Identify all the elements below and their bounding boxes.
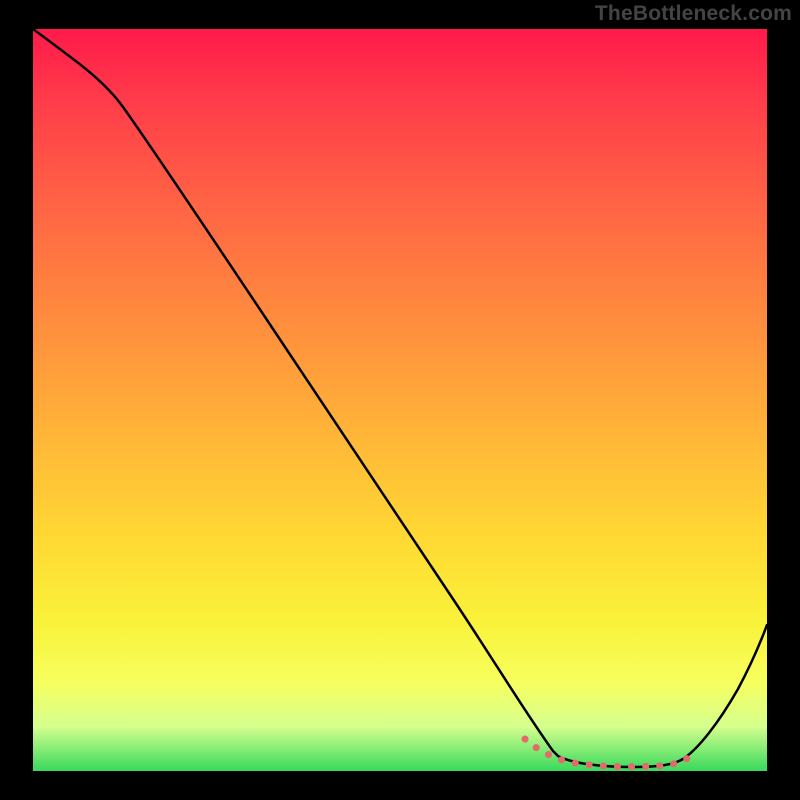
curve-minimum-dots bbox=[525, 739, 689, 767]
chart-root: TheBottleneck.com bbox=[0, 0, 800, 800]
watermark-text: TheBottleneck.com bbox=[595, 2, 792, 26]
curve-main-line bbox=[33, 29, 767, 767]
plot-area bbox=[33, 29, 767, 771]
bottleneck-curve bbox=[33, 29, 767, 771]
